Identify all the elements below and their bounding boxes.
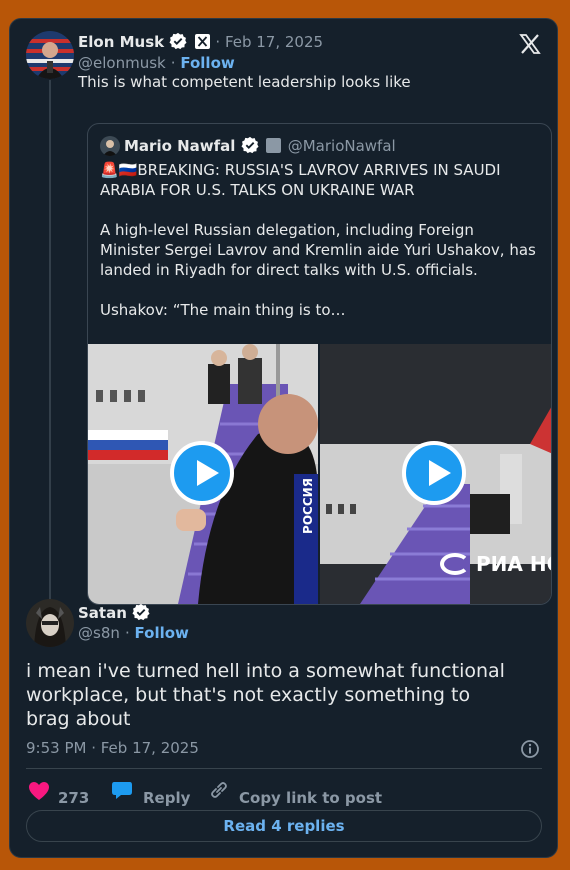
- reply-button[interactable]: Reply: [143, 789, 190, 807]
- post-date-separator: ·: [215, 33, 225, 51]
- satan-avatar[interactable]: [26, 599, 74, 647]
- close-x-icon[interactable]: [518, 32, 542, 56]
- microphone-label: РОССИЯ: [300, 478, 315, 534]
- quoted-line: landed in Riyadh for direct talks with U…: [100, 261, 478, 279]
- tweet-card: Elon Musk · Feb 17, 2025 @elonmusk · Fol…: [9, 18, 558, 858]
- quoted-header: Mario Nawfal @MarioNawfal: [124, 136, 396, 155]
- quoted-line: Ushakov: “The main thing is to…: [100, 301, 346, 319]
- copy-link-button[interactable]: Copy link to post: [239, 789, 382, 807]
- reply-timestamp[interactable]: 9:53 PM · Feb 17, 2025: [26, 739, 199, 757]
- quoted-line: ARABIA FOR U.S. TALKS ON UKRAINE WAR: [100, 181, 415, 199]
- reply-line: brag about: [26, 708, 131, 730]
- mario-avatar[interactable]: [100, 136, 120, 156]
- reply-line: workplace, but that's not exactly someth…: [26, 684, 471, 706]
- quoted-tweet[interactable]: Mario Nawfal @MarioNawfal 🚨🇷🇺BREAKING: R…: [87, 123, 552, 605]
- divider: [26, 768, 542, 769]
- reply-author-name[interactable]: Satan: [78, 604, 127, 622]
- link-icon[interactable]: [208, 779, 230, 801]
- quoted-text: 🚨🇷🇺BREAKING: RUSSIA'S LAVROV ARRIVES IN …: [100, 160, 545, 320]
- follow-separator: ·: [170, 54, 181, 72]
- quoted-line: 🚨🇷🇺BREAKING: RUSSIA'S LAVROV ARRIVES IN …: [100, 161, 501, 179]
- reply-handle[interactable]: @s8n: [78, 624, 120, 642]
- play-icon[interactable]: [170, 441, 234, 505]
- post-header: Elon Musk · Feb 17, 2025: [78, 32, 323, 52]
- thread-line: [49, 80, 51, 610]
- reply-header: Satan: [78, 603, 150, 622]
- reply-line: i mean i've turned hell into a somewhat …: [26, 660, 505, 682]
- follow-button-satan[interactable]: Follow: [135, 624, 189, 642]
- verified-badge-icon: [132, 603, 150, 621]
- ria-logo-icon: [440, 553, 470, 575]
- quoted-author-name[interactable]: Mario Nawfal: [124, 137, 235, 155]
- quoted-line: A high-level Russian delegation, includi…: [100, 221, 474, 239]
- verified-badge-icon: [169, 32, 187, 50]
- elon-avatar[interactable]: [26, 31, 74, 79]
- follow-button-elon[interactable]: Follow: [180, 54, 234, 72]
- reply-bubble-icon[interactable]: [111, 779, 133, 801]
- affiliate-badge-icon: [265, 138, 281, 153]
- post-text: This is what competent leadership looks …: [78, 73, 411, 91]
- post-date[interactable]: Feb 17, 2025: [225, 33, 323, 51]
- follow-separator: ·: [124, 624, 135, 642]
- read-replies-button[interactable]: Read 4 replies: [26, 810, 542, 842]
- x-logo-icon: [195, 34, 211, 49]
- reply-text: i mean i've turned hell into a somewhat …: [26, 659, 546, 731]
- author-handle[interactable]: @elonmusk: [78, 54, 166, 72]
- heart-icon[interactable]: [28, 781, 50, 801]
- ria-watermark: РИА НО: [440, 552, 551, 576]
- verified-badge-icon: [241, 136, 259, 154]
- quoted-line: Minister Sergei Lavrov and Kremlin aide …: [100, 241, 536, 259]
- quoted-handle[interactable]: @MarioNawfal: [288, 137, 396, 155]
- play-icon[interactable]: [402, 441, 466, 505]
- reply-subheader: @s8n · Follow: [78, 623, 189, 642]
- post-subheader: @elonmusk · Follow: [78, 53, 235, 72]
- info-icon[interactable]: [520, 739, 540, 759]
- ria-watermark-text: РИА НО: [476, 552, 551, 576]
- author-name[interactable]: Elon Musk: [78, 33, 164, 51]
- like-count[interactable]: 273: [58, 789, 89, 807]
